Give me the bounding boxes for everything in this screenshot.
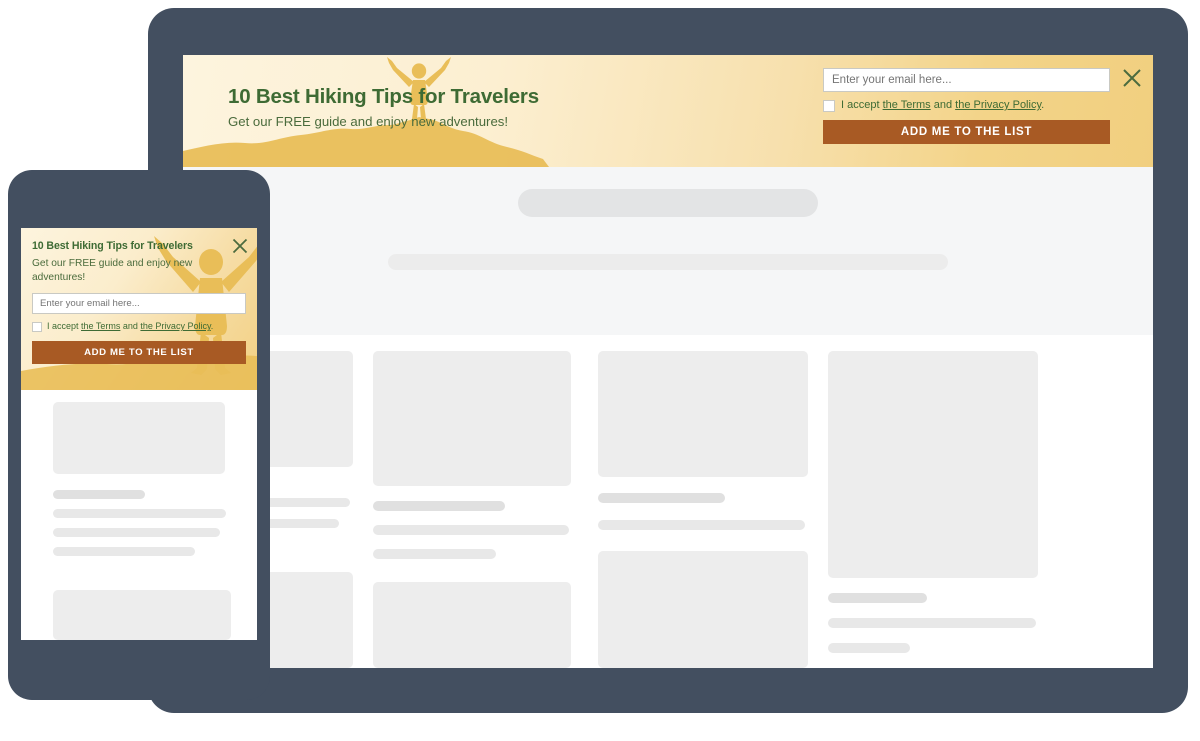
consent-checkbox[interactable]	[32, 322, 42, 333]
banner-signup-form: I accept the Terms and the Privacy Polic…	[823, 68, 1110, 144]
placeholder-subheading	[388, 254, 948, 270]
hero-section-skeleton	[183, 167, 1153, 335]
placeholder-image	[373, 351, 571, 486]
popup-subtitle: Get our FREE guide and enjoy new adventu…	[32, 258, 193, 283]
placeholder-text-line	[53, 490, 145, 499]
consent-middle: and	[930, 99, 956, 111]
privacy-policy-link[interactable]: the Privacy Policy	[955, 99, 1041, 111]
consent-prefix: I accept	[841, 99, 883, 111]
phone-device-frame: 10 Best Hiking Tips for Travelers Get ou…	[8, 170, 270, 700]
consent-text: I accept the Terms and the Privacy Polic…	[841, 99, 1044, 113]
placeholder-text-line	[53, 547, 195, 556]
consent-suffix: .	[1041, 99, 1045, 111]
placeholder-image	[828, 351, 1038, 578]
placeholder-text-line	[828, 618, 1036, 628]
desktop-optin-banner: 10 Best Hiking Tips for Travelers Get ou…	[183, 55, 1153, 167]
placeholder-image	[598, 351, 808, 477]
banner-subtitle: Get our FREE guide and enjoy new adventu…	[228, 114, 509, 129]
placeholder-text-line	[53, 528, 220, 537]
placeholder-text-line	[53, 509, 226, 518]
subscribe-button[interactable]: ADD ME TO THE LIST	[823, 119, 1110, 144]
consent-prefix: I accept	[47, 321, 82, 332]
terms-link[interactable]: the Terms	[883, 99, 931, 111]
close-icon[interactable]	[231, 237, 249, 255]
subscribe-button[interactable]: ADD ME TO THE LIST	[32, 340, 246, 364]
placeholder-text-line	[598, 493, 725, 503]
placeholder-text-line	[373, 525, 569, 535]
placeholder-heading	[518, 189, 818, 217]
placeholder-text-line	[373, 501, 505, 511]
phone-screen: 10 Best Hiking Tips for Travelers Get ou…	[21, 228, 257, 640]
consent-checkbox[interactable]	[823, 100, 835, 112]
placeholder-image	[53, 590, 231, 640]
consent-suffix: .	[210, 321, 214, 332]
consent-middle: and	[120, 321, 141, 332]
placeholder-text-line	[828, 643, 910, 653]
terms-link[interactable]: the Terms	[81, 321, 120, 331]
consent-row: I accept the Terms and the Privacy Polic…	[32, 321, 228, 333]
placeholder-text-line	[828, 593, 927, 603]
privacy-policy-link[interactable]: the Privacy Policy	[140, 321, 210, 331]
popup-title: 10 Best Hiking Tips for Travelers	[32, 240, 193, 252]
mobile-optin-popup: 10 Best Hiking Tips for Travelers Get ou…	[21, 228, 257, 390]
placeholder-text-line	[598, 520, 805, 530]
placeholder-image	[598, 551, 808, 668]
email-input[interactable]	[823, 68, 1110, 92]
banner-title: 10 Best Hiking Tips for Travelers	[228, 85, 539, 108]
placeholder-image	[373, 582, 571, 668]
placeholder-image	[53, 402, 225, 474]
consent-row: I accept the Terms and the Privacy Polic…	[823, 99, 1110, 113]
tablet-screen: 10 Best Hiking Tips for Travelers Get ou…	[183, 55, 1153, 668]
tablet-device-frame: 10 Best Hiking Tips for Travelers Get ou…	[148, 8, 1188, 713]
banner-text-block: 10 Best Hiking Tips for Travelers Get ou…	[228, 85, 539, 129]
phone-page-skeleton	[21, 390, 257, 640]
consent-text: I accept the Terms and the Privacy Polic…	[47, 321, 213, 333]
email-input[interactable]	[32, 293, 246, 315]
close-icon[interactable]	[1121, 67, 1143, 89]
content-grid-skeleton	[183, 335, 1153, 668]
placeholder-text-line	[373, 549, 496, 559]
popup-content: 10 Best Hiking Tips for Travelers Get ou…	[21, 228, 257, 390]
